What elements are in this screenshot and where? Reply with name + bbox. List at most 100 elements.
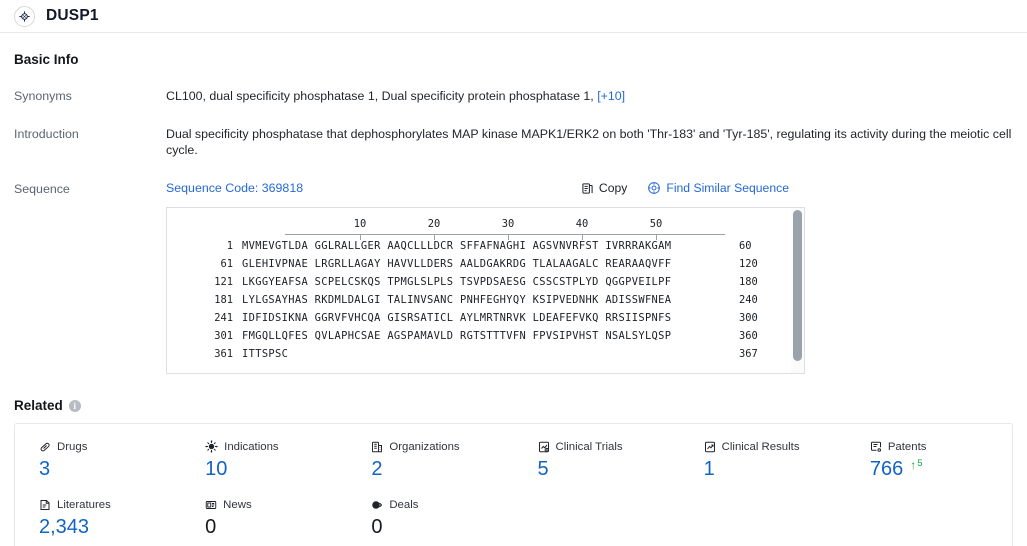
stat-label: Clinical Results [721, 440, 800, 453]
stat-value: 1 [703, 458, 715, 481]
sequence-row: 61 GLEHIVPNAE LRGRLLAGAY HAVVLLDERS AALD… [167, 258, 804, 276]
stat-value: 2,343 [39, 516, 90, 539]
stat-label: Indications [224, 440, 279, 453]
sequence-row-end: 240 [739, 294, 758, 307]
introduction-label: Introduction [14, 126, 79, 141]
copy-button[interactable]: Copy [581, 181, 627, 195]
stat-header: Deals [371, 496, 513, 513]
ruler-number: 50 [649, 218, 663, 231]
stat-literatures[interactable]: Literatures 2,343 [15, 496, 181, 546]
sequence-row: 301 FMGQLLQFES QVLAPHCSAE AGSPAMAVLD RGT… [167, 330, 804, 348]
ruler-number: 30 [501, 218, 515, 231]
target-icon [647, 181, 661, 195]
synonyms-more-link[interactable]: [+10] [597, 89, 625, 103]
stat-value: 0 [371, 516, 383, 539]
related-stats-card: Drugs 3 Indications 10 Organizations 2 C… [14, 423, 1013, 546]
stat-label: Drugs [57, 440, 88, 453]
stat-label: Organizations [389, 440, 460, 453]
stat-clinical-trials[interactable]: Clinical Trials 5 [514, 438, 680, 496]
stat-deals[interactable]: Deals 0 [347, 496, 513, 546]
sequence-rows: 1 MVMEVGTLDA GGLRALLGER AAQCLLLDCR SFFAF… [167, 240, 804, 366]
copy-label: Copy [598, 181, 628, 196]
sequence-row-start: 241 [214, 312, 233, 325]
stat-clinical-results[interactable]: Clinical Results 1 [680, 438, 846, 496]
related-stats-grid: Drugs 3 Indications 10 Organizations 2 C… [15, 438, 1012, 546]
stat-value: 0 [205, 516, 217, 539]
sequence-scrollbar-thumb[interactable] [793, 210, 802, 362]
sequence-row-residues: IDFIDSIKNA GGRVFVHCQA GISRSATICL AYLMRTN… [242, 312, 672, 325]
sequence-row-residues: LKGGYEAFSA SCPELCSKQS TPMGLSLPLS TSVPDSA… [242, 276, 672, 289]
clinical-trial-icon [538, 441, 550, 453]
news-icon [205, 499, 217, 511]
arrow-up-icon: ↑ [910, 458, 917, 473]
stat-delta-value: 5 [917, 458, 923, 470]
target-icon [14, 5, 35, 27]
stat-header: Organizations [371, 438, 513, 455]
sequence-row-residues: FMGQLLQFES QVLAPHCSAE AGSPAMAVLD RGTSTTT… [242, 330, 672, 343]
stat-organizations[interactable]: Organizations 2 [347, 438, 513, 496]
info-icon[interactable]: i [68, 399, 81, 412]
deals-icon [371, 499, 383, 511]
sequence-row-start: 361 [214, 348, 233, 361]
sequence-row-residues: GLEHIVPNAE LRGRLLAGAY HAVVLLDERS AALDGAK… [242, 258, 672, 271]
sequence-content: 10 20 30 40 50 1 MVMEVGTLDA GGLRALLGER A… [167, 208, 804, 366]
stat-header: Literatures [39, 496, 181, 513]
sequence-viewer[interactable]: 10 20 30 40 50 1 MVMEVGTLDA GGLRALLGER A… [166, 207, 805, 375]
sequence-row-start: 1 [226, 240, 233, 253]
sequence-row: 181 LYLGSAYHAS RKDMLDALGI TALINVSANC PNH… [167, 294, 804, 312]
building-icon [371, 441, 383, 453]
ruler-number: 10 [353, 218, 367, 231]
literature-icon [39, 499, 51, 511]
sequence-row-residues: ITTSPSC [242, 348, 289, 361]
copy-icon [581, 182, 594, 195]
stat-value: 10 [205, 458, 228, 481]
virus-icon [205, 440, 218, 453]
sequence-code[interactable]: Sequence Code: 369818 [166, 181, 303, 195]
sequence-row-end: 60 [739, 240, 752, 253]
patent-icon [870, 441, 882, 453]
pill-icon [39, 441, 51, 453]
sequence-row-start: 61 [220, 258, 233, 271]
sequence-row-end: 360 [739, 330, 758, 343]
sequence-row: Sequence Sequence Code: 369818 Copy Find… [14, 181, 1013, 196]
page-header: DUSP1 [0, 0, 1027, 33]
stat-header: Patents [870, 438, 1012, 455]
stat-value: 2 [371, 458, 383, 481]
find-similar-sequence-label: Find Similar Sequence [666, 181, 789, 196]
related-title: Related [14, 398, 63, 414]
stat-label: Deals [389, 498, 419, 511]
sequence-scrollbar[interactable] [791, 208, 804, 374]
stat-indications[interactable]: Indications 10 [181, 438, 347, 496]
synonyms-value: CL100, dual specificity phosphatase 1, D… [166, 89, 594, 103]
stat-value: 766 [869, 458, 904, 481]
stat-header: Clinical Trials [538, 438, 680, 455]
sequence-row-start: 301 [214, 330, 233, 343]
stat-label: Patents [887, 440, 927, 453]
introduction-value: Dual specificity phosphatase that dephos… [166, 126, 1012, 158]
ruler-number: 40 [575, 218, 589, 231]
sequence-actions: Copy Find Similar Sequence [581, 181, 1013, 195]
stat-header: Drugs [39, 438, 181, 455]
stat-header: Indications [205, 438, 347, 455]
stat-delta: ↑ 5 [910, 458, 923, 473]
basic-info-title: Basic Info [14, 52, 79, 67]
sequence-row-residues: LYLGSAYHAS RKDMLDALGI TALINVSANC PNHFEGH… [242, 294, 672, 307]
stat-patents[interactable]: Patents 766 ↑ 5 [846, 438, 1012, 496]
stat-drugs[interactable]: Drugs 3 [15, 438, 181, 496]
stat-label: Literatures [57, 498, 111, 511]
sequence-row-end: 120 [739, 258, 758, 271]
sequence-row-residues: MVMEVGTLDA GGLRALLGER AAQCLLLDCR SFFAFNA… [242, 240, 672, 253]
sequence-row-end: 367 [739, 348, 758, 361]
sequence-label: Sequence [14, 182, 70, 197]
sequence-row-start: 181 [214, 294, 233, 307]
sequence-row: 361 ITTSPSC 367 [167, 348, 804, 366]
stat-news[interactable]: News 0 [181, 496, 347, 546]
synonyms-label: Synonyms [14, 89, 72, 103]
page-title: DUSP1 [46, 7, 99, 24]
find-similar-sequence-button[interactable]: Find Similar Sequence [647, 181, 789, 195]
sequence-row: 241 IDFIDSIKNA GGRVFVHCQA GISRSATICL AYL… [167, 312, 804, 330]
stat-value: 3 [39, 458, 51, 481]
ruler-number: 20 [427, 218, 441, 231]
clinical-result-icon [704, 441, 716, 453]
stat-value: 5 [537, 458, 549, 481]
